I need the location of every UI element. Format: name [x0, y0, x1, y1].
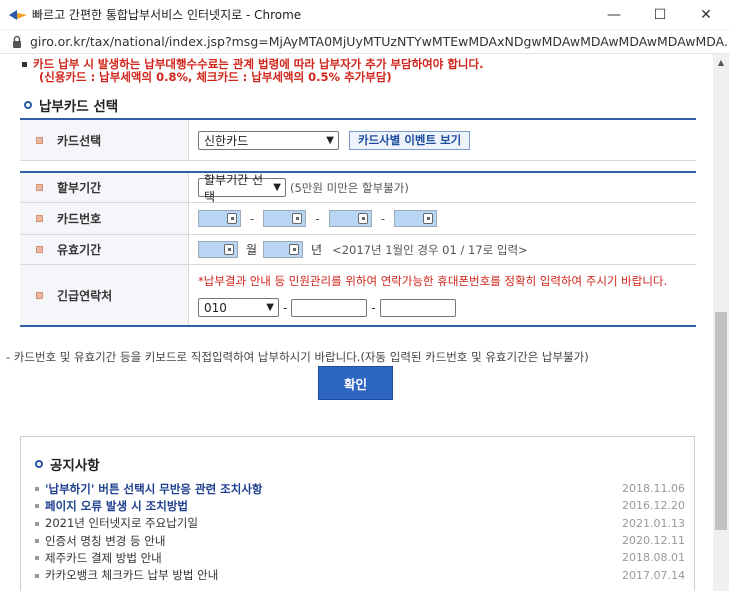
close-button[interactable]: ✕	[683, 0, 729, 30]
keyboard-icon[interactable]	[357, 213, 368, 224]
card-number-label: 카드번호	[20, 203, 189, 234]
maximize-button[interactable]: ☐	[637, 0, 683, 30]
row-bullet-icon	[36, 246, 43, 253]
card-company-select[interactable]: 신한카드 ▼	[198, 130, 339, 150]
keyboard-icon[interactable]	[224, 244, 234, 255]
card-number-field-2[interactable]	[263, 210, 307, 227]
expiry-hint: <2017년 1월인 경우 01 / 17로 입력>	[332, 242, 528, 257]
keyboard-input-note: - 카드번호 및 유효기간 등을 키보드로 직접입력하여 납부하시기 바랍니다.…	[6, 350, 589, 364]
contact-label: 긴급연락처	[20, 265, 189, 325]
chevron-down-icon: ▼	[266, 302, 274, 313]
row-bullet-icon	[36, 215, 43, 222]
window-title: 빠르고 간편한 통합납부서비스 인터넷지로 - Chrome	[32, 8, 302, 22]
installment-hint: (5만원 미만은 할부불가)	[290, 180, 409, 195]
lock-icon	[12, 35, 21, 48]
phone-last-input[interactable]	[379, 298, 456, 317]
chevron-down-icon: ▼	[273, 182, 281, 193]
notice-title: 공지사항	[35, 454, 100, 474]
window-titlebar: 빠르고 간편한 통합납부서비스 인터넷지로 - Chrome — ☐ ✕	[0, 0, 729, 30]
keyboard-icon[interactable]	[292, 213, 303, 224]
vertical-scrollbar[interactable]: ▲	[713, 54, 729, 591]
notice-item[interactable]: '납부하기' 버튼 선택시 무반응 관련 조치사항 2018.11.06	[35, 480, 685, 497]
card-number-field-1[interactable]	[198, 210, 241, 227]
confirm-button[interactable]: 확인	[318, 366, 393, 400]
url-text[interactable]: giro.or.kr/tax/national/index.jsp?msg=Mj…	[30, 34, 729, 49]
card-select-row: 카드선택 신한카드 ▼ 카드사별 이벤트 보기	[20, 120, 696, 161]
fee-warning: 카드 납부 시 발생하는 납부대행수수료는 관계 법령에 따라 납부자가 추가 …	[22, 58, 483, 84]
warning-bullet	[22, 62, 27, 67]
minimize-button[interactable]: —	[591, 0, 637, 30]
expiry-label: 유효기간	[20, 235, 189, 264]
card-select-table: 카드선택 신한카드 ▼ 카드사별 이벤트 보기	[20, 118, 696, 161]
installment-value: 할부기간 선택 ▼ (5만원 미만은 할부불가)	[189, 173, 696, 204]
card-event-button[interactable]: 카드사별 이벤트 보기	[349, 130, 471, 150]
phone-prefix-select[interactable]: 010 ▼	[198, 298, 279, 317]
warning-line2: (신용카드 : 납부세액의 0.8%, 체크카드 : 납부세액의 0.5% 추가…	[39, 70, 392, 84]
card-select-label: 카드선택	[20, 120, 189, 160]
address-bar[interactable]: giro.or.kr/tax/national/index.jsp?msg=Mj…	[0, 30, 729, 54]
card-number-value: - - -	[189, 203, 696, 234]
row-bullet-icon	[36, 136, 43, 144]
row-bullet-icon	[36, 291, 43, 299]
expiry-year-field[interactable]	[263, 241, 304, 258]
card-select-value: 신한카드 ▼ 카드사별 이벤트 보기	[189, 120, 696, 160]
keyboard-icon[interactable]	[289, 244, 300, 255]
notice-item[interactable]: 제주카드 결제 방법 안내 2018.08.01	[35, 549, 685, 566]
row-bullet-icon	[36, 184, 43, 191]
year-unit: 년	[311, 243, 323, 257]
window-controls: — ☐ ✕	[591, 0, 729, 30]
expiry-row: 유효기간 월 년 <2017년 1월인 경우 01 / 17로 입력>	[20, 235, 696, 265]
notice-item[interactable]: 2021년 인터넷지로 주요납기일 2021.01.13	[35, 515, 685, 532]
section-bullet-icon	[24, 101, 32, 109]
installment-label: 할부기간	[20, 173, 189, 202]
card-number-field-4[interactable]	[394, 210, 438, 227]
installment-row: 할부기간 할부기간 선택 ▼ (5만원 미만은 할부불가)	[20, 173, 696, 204]
expiry-month-field[interactable]	[198, 241, 238, 258]
notice-item[interactable]: 카카오뱅크 체크카드 납부 방법 안내 2017.07.14	[35, 566, 685, 583]
month-unit: 월	[246, 243, 258, 257]
expiry-value: 월 년 <2017년 1월인 경우 01 / 17로 입력>	[189, 235, 696, 264]
installment-select[interactable]: 할부기간 선택 ▼	[198, 173, 286, 204]
notice-item[interactable]: 페이지 오류 발생 시 조치방법 2016.12.20	[35, 497, 685, 514]
card-number-row: 카드번호 - - -	[20, 203, 696, 235]
page-content: 카드 납부 시 발생하는 납부대행수수료는 관계 법령에 따라 납부자가 추가 …	[0, 54, 713, 591]
giro-logo-icon	[9, 9, 27, 20]
section-title-text: 납부카드 선택	[39, 99, 119, 115]
scroll-up-arrow-icon[interactable]: ▲	[713, 54, 729, 70]
notice-list: '납부하기' 버튼 선택시 무반응 관련 조치사항 2018.11.06 페이지…	[35, 480, 685, 584]
keyboard-icon[interactable]	[227, 213, 237, 224]
chevron-down-icon: ▼	[326, 134, 334, 146]
warning-line1: 카드 납부 시 발생하는 납부대행수수료는 관계 법령에 따라 납부자가 추가 …	[33, 57, 484, 71]
notice-item[interactable]: 인증서 명칭 변경 등 안내 2020.12.11	[35, 532, 685, 549]
contact-row: 긴급연락처 *납부결과 안내 등 민원관리를 위하여 연락가능한 휴대폰번호를 …	[20, 265, 696, 327]
contact-value: *납부결과 안내 등 민원관리를 위하여 연락가능한 휴대폰번호를 정확히 입력…	[189, 265, 696, 325]
scroll-thumb[interactable]	[715, 312, 727, 530]
section-title: 납부카드 선택	[24, 95, 118, 115]
phone-inputs: 010 ▼ - -	[198, 298, 456, 317]
section-bullet-icon	[35, 460, 43, 468]
card-detail-table: 할부기간 할부기간 선택 ▼ (5만원 미만은 할부불가) 카드번호 - - -…	[20, 171, 696, 327]
phone-middle-input[interactable]	[291, 298, 368, 317]
keyboard-icon[interactable]	[423, 213, 434, 224]
card-number-field-3[interactable]	[328, 210, 372, 227]
notice-box: 공지사항 '납부하기' 버튼 선택시 무반응 관련 조치사항 2018.11.0…	[20, 436, 695, 591]
contact-note: *납부결과 안내 등 민원관리를 위하여 연락가능한 휴대폰번호를 정확히 입력…	[198, 274, 668, 288]
